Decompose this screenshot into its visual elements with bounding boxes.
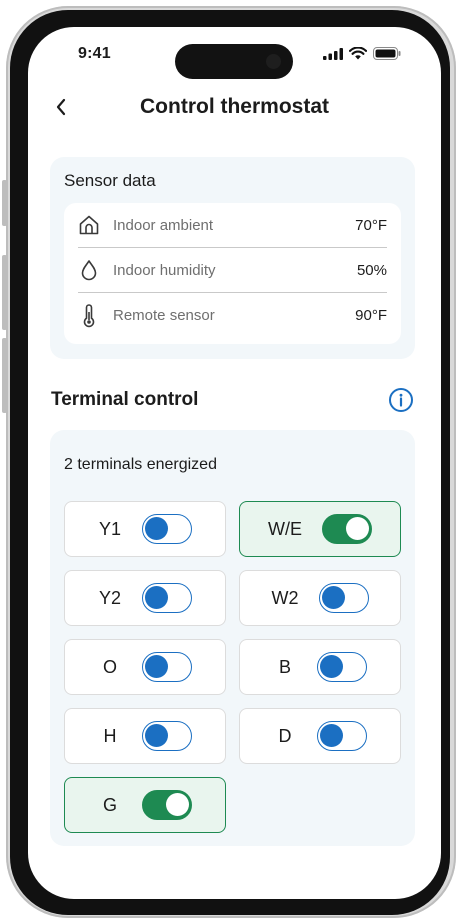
info-icon[interactable]	[388, 387, 414, 413]
sensor-label: Indoor ambient	[113, 216, 214, 234]
sensor-row-remote-sensor: Remote sensor 90°F	[78, 293, 387, 338]
terminal-label: O	[102, 656, 117, 677]
terminal-toggle[interactable]	[317, 721, 367, 751]
terminal-b[interactable]: B	[239, 639, 401, 695]
toggle-knob	[320, 724, 343, 747]
home-icon	[78, 213, 100, 237]
silent-switch	[2, 180, 7, 226]
toggle-knob	[145, 724, 168, 747]
terminal-y2[interactable]: Y2	[64, 570, 226, 626]
terminal-toggle[interactable]	[317, 652, 367, 682]
sensor-label: Indoor humidity	[113, 261, 216, 279]
sensor-label: Remote sensor	[113, 307, 215, 324]
status-icons	[323, 47, 401, 60]
terminal-toggle[interactable]	[142, 583, 192, 613]
sensor-value: 50%	[356, 261, 387, 279]
sensor-data-card: Sensor data Indoor ambient 70°F Indoor h…	[50, 157, 415, 359]
toggle-knob	[320, 655, 343, 678]
terminal-label: H	[103, 725, 117, 746]
terminal-toggle[interactable]	[142, 652, 192, 682]
terminal-label: Y2	[98, 587, 122, 608]
terminal-w2[interactable]: W2	[239, 570, 401, 626]
terminal-label: W/E	[268, 518, 302, 539]
dynamic-island	[175, 44, 293, 79]
volume-down-button	[2, 338, 7, 413]
page-title: Control thermostat	[140, 95, 329, 118]
terminal-label: W2	[271, 587, 299, 608]
terminal-d[interactable]: D	[239, 708, 401, 764]
sensor-value: 70°F	[355, 216, 387, 234]
terminal-label: D	[278, 725, 292, 746]
sensor-card-title: Sensor data	[64, 171, 156, 190]
terminal-we[interactable]: W/E	[239, 501, 401, 557]
terminal-control-heading: Terminal control	[51, 389, 199, 410]
toggle-knob	[321, 586, 345, 609]
terminal-card: 2 terminals energized Y1 W/E Y2 W2 O B H	[50, 430, 415, 846]
terminal-toggle[interactable]	[142, 790, 192, 820]
volume-up-button	[2, 255, 7, 330]
terminal-toggle[interactable]	[142, 721, 192, 751]
terminal-toggle[interactable]	[322, 514, 372, 544]
terminal-toggle[interactable]	[142, 514, 192, 544]
signal-icon	[323, 47, 343, 60]
screen: 9:41 Control thermostat Sensor data Indo…	[28, 27, 441, 899]
battery-icon	[373, 47, 401, 60]
energized-count: 2 terminals energized	[64, 456, 217, 473]
status-time: 9:41	[78, 45, 111, 62]
toggle-knob	[346, 517, 369, 540]
toggle-knob	[145, 517, 168, 540]
toggle-knob	[166, 793, 189, 816]
terminal-label: B	[278, 656, 291, 677]
terminal-label: Y1	[98, 518, 122, 539]
terminal-o[interactable]: O	[64, 639, 226, 695]
terminal-toggle[interactable]	[318, 583, 369, 613]
terminal-y1[interactable]: Y1	[64, 501, 226, 557]
sensor-value: 90°F	[355, 307, 387, 324]
camera-icon	[266, 54, 281, 69]
droplet-icon	[78, 258, 100, 282]
toggle-knob	[145, 586, 168, 609]
sensor-row-indoor-humidity: Indoor humidity 50%	[78, 248, 387, 293]
terminal-label: G	[102, 794, 117, 815]
sensor-row-indoor-ambient: Indoor ambient 70°F	[78, 203, 387, 248]
terminal-h[interactable]: H	[64, 708, 226, 764]
thermometer-icon	[78, 303, 100, 328]
wifi-icon	[349, 47, 367, 60]
sensor-list: Indoor ambient 70°F Indoor humidity 50%	[64, 203, 401, 344]
toggle-knob	[145, 655, 168, 678]
terminal-g[interactable]: G	[64, 777, 226, 833]
